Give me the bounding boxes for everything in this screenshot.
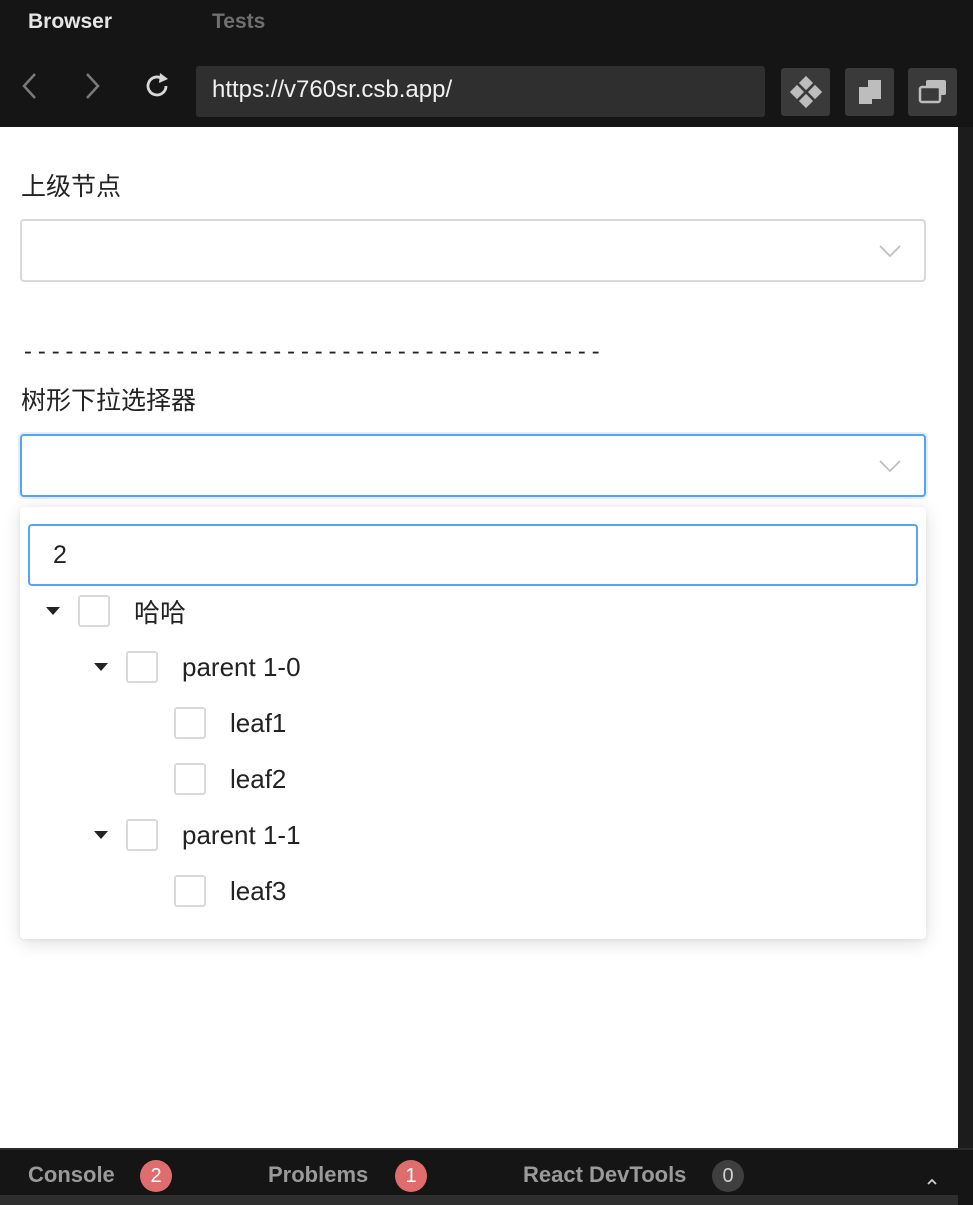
tree-node-root[interactable]: 哈哈 [46,591,186,631]
horizontal-scrollbar[interactable] [0,1195,958,1205]
caret-down-icon[interactable] [94,662,108,672]
tree-node-leaf1[interactable]: leaf1 [142,703,286,743]
react-devtools-count-badge: 0 [712,1160,744,1192]
url-field[interactable]: https://v760sr.csb.app/ [196,66,765,117]
tab-tests[interactable]: Tests [212,10,265,34]
expand-panel-button[interactable] [921,1170,943,1192]
tab-problems[interactable]: Problems [268,1162,368,1188]
chevron-left-icon [22,73,36,99]
tree-node-label[interactable]: parent 1-0 [182,652,301,683]
caret-down-icon[interactable] [46,606,60,616]
checkbox[interactable] [174,707,206,739]
tree-node-label[interactable]: 哈哈 [134,593,186,630]
vertical-scrollbar[interactable] [958,127,973,1148]
windows-icon [918,80,946,104]
tree-select[interactable] [20,434,926,497]
tree-select-dropdown: 哈哈 parent 1-0 leaf1 leaf2 parent 1-1 lea… [20,507,926,939]
split-view-button[interactable] [845,68,894,116]
new-window-button[interactable] [908,68,957,116]
panel-tab-strip: Browser Tests [0,0,973,44]
tab-browser[interactable]: Browser [28,10,112,34]
codesandbox-button[interactable] [781,68,830,116]
back-button[interactable] [14,70,46,102]
copy-icon [858,80,881,104]
tree-node-parent-1-0[interactable]: parent 1-0 [94,647,301,687]
chevron-down-icon [879,460,901,473]
tree-search-input[interactable] [28,524,918,586]
tree-node-leaf3[interactable]: leaf3 [142,871,286,911]
parent-node-label: 上级节点 [21,172,122,201]
problems-count-badge: 1 [395,1160,427,1192]
tree-node-leaf2[interactable]: leaf2 [142,759,286,799]
checkbox[interactable] [126,651,158,683]
tab-react-devtools[interactable]: React DevTools [523,1162,686,1188]
caret-down-icon[interactable] [94,830,108,840]
tree-node-parent-1-1[interactable]: parent 1-1 [94,815,301,855]
chevron-up-icon [927,1178,937,1185]
tab-console[interactable]: Console [28,1162,115,1188]
chevron-right-icon [86,73,100,99]
browser-nav-bar: https://v760sr.csb.app/ [0,44,973,127]
tree-node-label[interactable]: leaf1 [230,708,286,739]
checkbox[interactable] [78,595,110,627]
checkbox[interactable] [174,875,206,907]
codesandbox-icon [789,76,822,108]
tree-node-label[interactable]: parent 1-1 [182,820,301,851]
tree-node-label[interactable]: leaf3 [230,876,286,907]
checkbox[interactable] [174,763,206,795]
parent-node-select[interactable] [20,219,926,282]
reload-icon [146,73,168,97]
divider-line: ----------------------------------------… [21,339,603,365]
console-count-badge: 2 [140,1160,172,1192]
chevron-down-icon [879,245,901,258]
page-viewport: 上级节点 -----------------------------------… [0,127,958,1148]
checkbox[interactable] [126,819,158,851]
tree-select-label: 树形下拉选择器 [21,386,197,415]
forward-button[interactable] [76,70,108,102]
tree-node-label[interactable]: leaf2 [230,764,286,795]
reload-button[interactable] [141,70,173,102]
